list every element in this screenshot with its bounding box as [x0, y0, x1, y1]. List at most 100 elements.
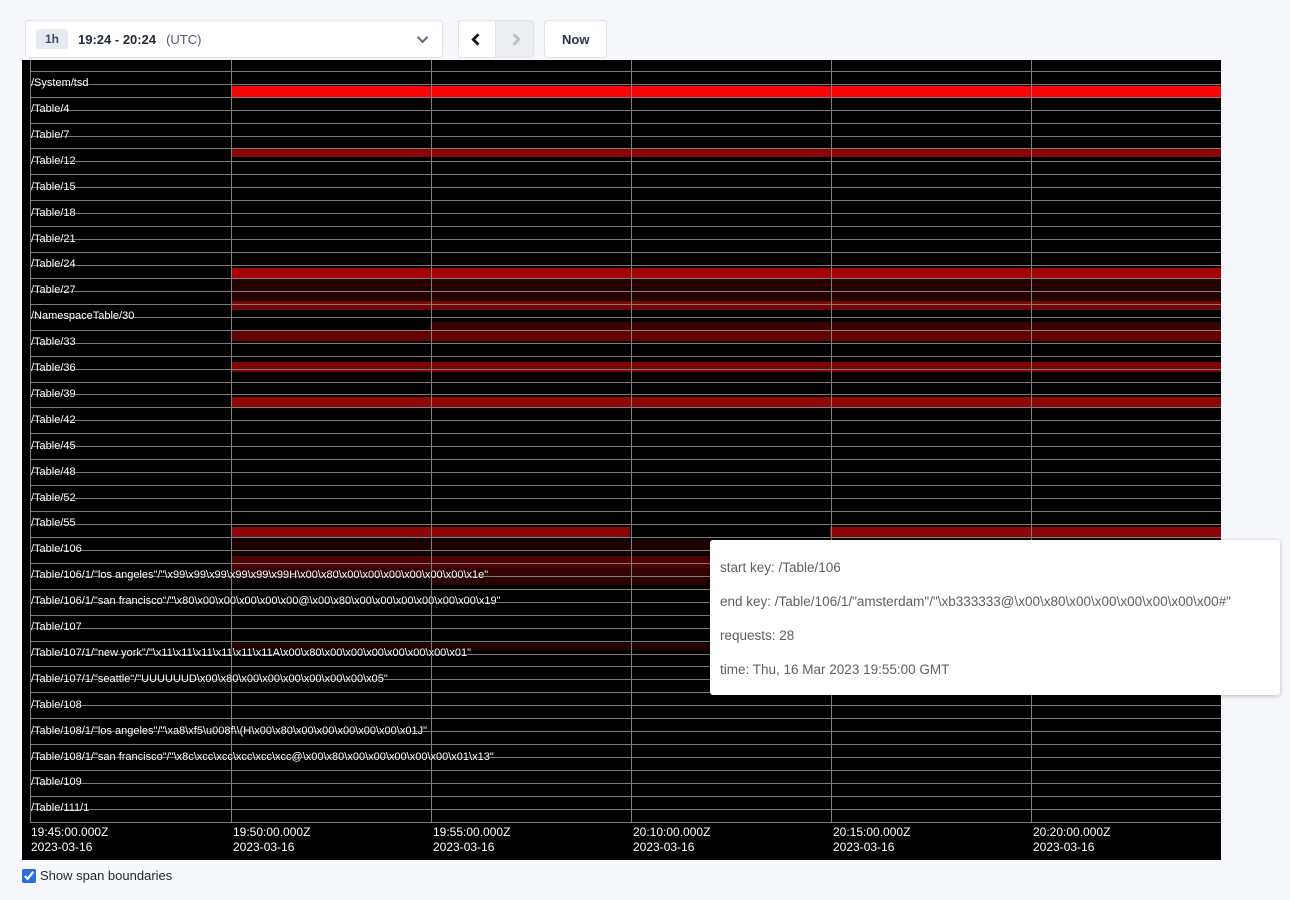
span-boundary-line	[30, 459, 1221, 460]
span-boundary-line	[30, 343, 1221, 344]
span-boundary-line	[30, 382, 1221, 383]
time-tick-label: 20:20:00.000Z2023-03-16	[1033, 825, 1110, 855]
span-label: /System/tsd	[31, 77, 88, 90]
span-boundary-line	[30, 187, 1221, 188]
span-label: /Table/108	[31, 699, 82, 712]
span-label: /Table/39	[31, 388, 76, 401]
time-tick-label: 20:10:00.000Z2023-03-16	[633, 825, 710, 855]
span-label: /Table/52	[31, 492, 76, 505]
heat-band	[232, 362, 1221, 372]
span-label: /Table/48	[31, 466, 76, 479]
span-boundary-line	[30, 291, 1221, 292]
span-boundary-line	[30, 407, 1221, 408]
heat-band	[830, 527, 1221, 537]
time-tick-label: 20:15:00.000Z2023-03-16	[833, 825, 910, 855]
span-boundary-line	[30, 472, 1221, 473]
span-boundary-line	[30, 511, 1221, 512]
span-boundary-line	[30, 369, 1221, 370]
span-tooltip: start key: /Table/106 end key: /Table/10…	[710, 540, 1280, 695]
span-boundary-line	[30, 705, 1221, 706]
previous-interval-button[interactable]	[458, 20, 496, 58]
span-boundary-line	[30, 446, 1221, 447]
span-boundary-line	[30, 433, 1221, 434]
span-label: /Table/109	[31, 776, 82, 789]
span-label: /Table/107/1/"seattle"/"UUUUUUD\x00\x80\…	[31, 673, 388, 686]
now-button[interactable]: Now	[544, 20, 607, 58]
time-gridline	[1031, 60, 1032, 822]
chevron-down-icon	[417, 32, 428, 43]
tooltip-start-key: start key: /Table/106	[720, 551, 1270, 585]
tooltip-requests: requests: 28	[720, 619, 1270, 653]
time-gridline	[231, 60, 232, 822]
span-label: /Table/108/1/"san francisco"/"\x8c\xcc\x…	[31, 751, 494, 764]
span-boundary-line	[30, 356, 1221, 357]
key-visualizer-canvas[interactable]: /System/tsd/Table/4/Table/7/Table/12/Tab…	[22, 60, 1221, 860]
span-label: /Table/107/1/"new york"/"\x11\x11\x11\x1…	[31, 647, 471, 660]
span-boundary-line	[30, 213, 1221, 214]
span-boundary-line	[30, 239, 1221, 240]
span-label: /Table/108/1/"los angeles"/"\xa8\xf5\u00…	[31, 725, 427, 738]
span-label: /Table/12	[31, 155, 76, 168]
tooltip-time: time: Thu, 16 Mar 2023 19:55:00 GMT	[720, 653, 1270, 687]
span-boundary-line	[30, 148, 1221, 149]
span-boundary-line	[30, 796, 1221, 797]
heat-band	[232, 268, 1221, 278]
span-boundary-line	[30, 123, 1221, 124]
time-tick-label: 19:45:00.000Z2023-03-16	[31, 825, 108, 855]
span-boundary-line	[30, 770, 1221, 771]
span-boundary-line	[30, 822, 1221, 823]
time-gridline	[831, 60, 832, 822]
time-tick-label: 19:50:00.000Z2023-03-16	[233, 825, 310, 855]
tooltip-end-key: end key: /Table/106/1/"amsterdam"/"\xb33…	[720, 585, 1270, 619]
span-boundary-line	[30, 330, 1221, 331]
span-label: /Table/106	[31, 543, 82, 556]
span-boundary-line	[30, 783, 1221, 784]
span-label: /Table/4	[31, 103, 70, 116]
time-range-selector[interactable]: 1h 19:24 - 20:24 (UTC)	[25, 20, 443, 58]
footer-controls: Show span boundaries	[22, 868, 172, 883]
span-label: /Table/15	[31, 181, 76, 194]
heat-band	[232, 397, 1221, 407]
time-nav-group	[458, 20, 534, 58]
heat-band	[232, 279, 1221, 300]
span-label: /Table/21	[31, 233, 76, 246]
next-interval-button-disabled[interactable]	[496, 20, 534, 58]
span-boundary-line	[30, 84, 1221, 85]
span-boundary-line	[30, 97, 1221, 98]
span-label: /Table/45	[31, 440, 76, 453]
span-label: /Table/27	[31, 284, 76, 297]
time-tick-label: 19:55:00.000Z2023-03-16	[433, 825, 510, 855]
span-boundary-line	[30, 265, 1221, 266]
heat-band	[232, 86, 1221, 97]
span-label: /Table/42	[31, 414, 76, 427]
time-toolbar: 1h 19:24 - 20:24 (UTC) Now	[25, 20, 607, 58]
span-label: /Table/24	[31, 258, 76, 271]
span-label: /Table/36	[31, 362, 76, 375]
span-boundary-line	[30, 200, 1221, 201]
span-boundary-line	[30, 278, 1221, 279]
span-boundary-line	[30, 174, 1221, 175]
time-zone-text: (UTC)	[166, 32, 201, 47]
span-label: /Table/7	[31, 129, 70, 142]
span-boundary-line	[30, 252, 1221, 253]
span-boundary-line	[30, 161, 1221, 162]
span-label: /Table/55	[31, 517, 76, 530]
time-range-text: 19:24 - 20:24	[78, 32, 156, 47]
span-label: /Table/18	[31, 207, 76, 220]
span-boundary-line	[30, 110, 1221, 111]
span-boundary-line	[30, 317, 1221, 318]
time-gridline	[431, 60, 432, 822]
span-boundary-line	[30, 718, 1221, 719]
span-label: /Table/107	[31, 621, 82, 634]
span-label: /Table/33	[31, 336, 76, 349]
span-boundary-line	[30, 304, 1221, 305]
span-label: /Table/106/1/"los angeles"/"\x99\x99\x99…	[31, 569, 488, 582]
span-boundary-line	[30, 744, 1221, 745]
span-boundary-line	[30, 809, 1221, 810]
heat-band	[232, 301, 1221, 310]
span-boundary-line	[30, 226, 1221, 227]
chevron-left-icon	[471, 33, 484, 46]
show-span-boundaries-checkbox[interactable]	[22, 869, 36, 883]
chevron-right-icon	[508, 33, 521, 46]
span-boundary-line	[30, 498, 1221, 499]
